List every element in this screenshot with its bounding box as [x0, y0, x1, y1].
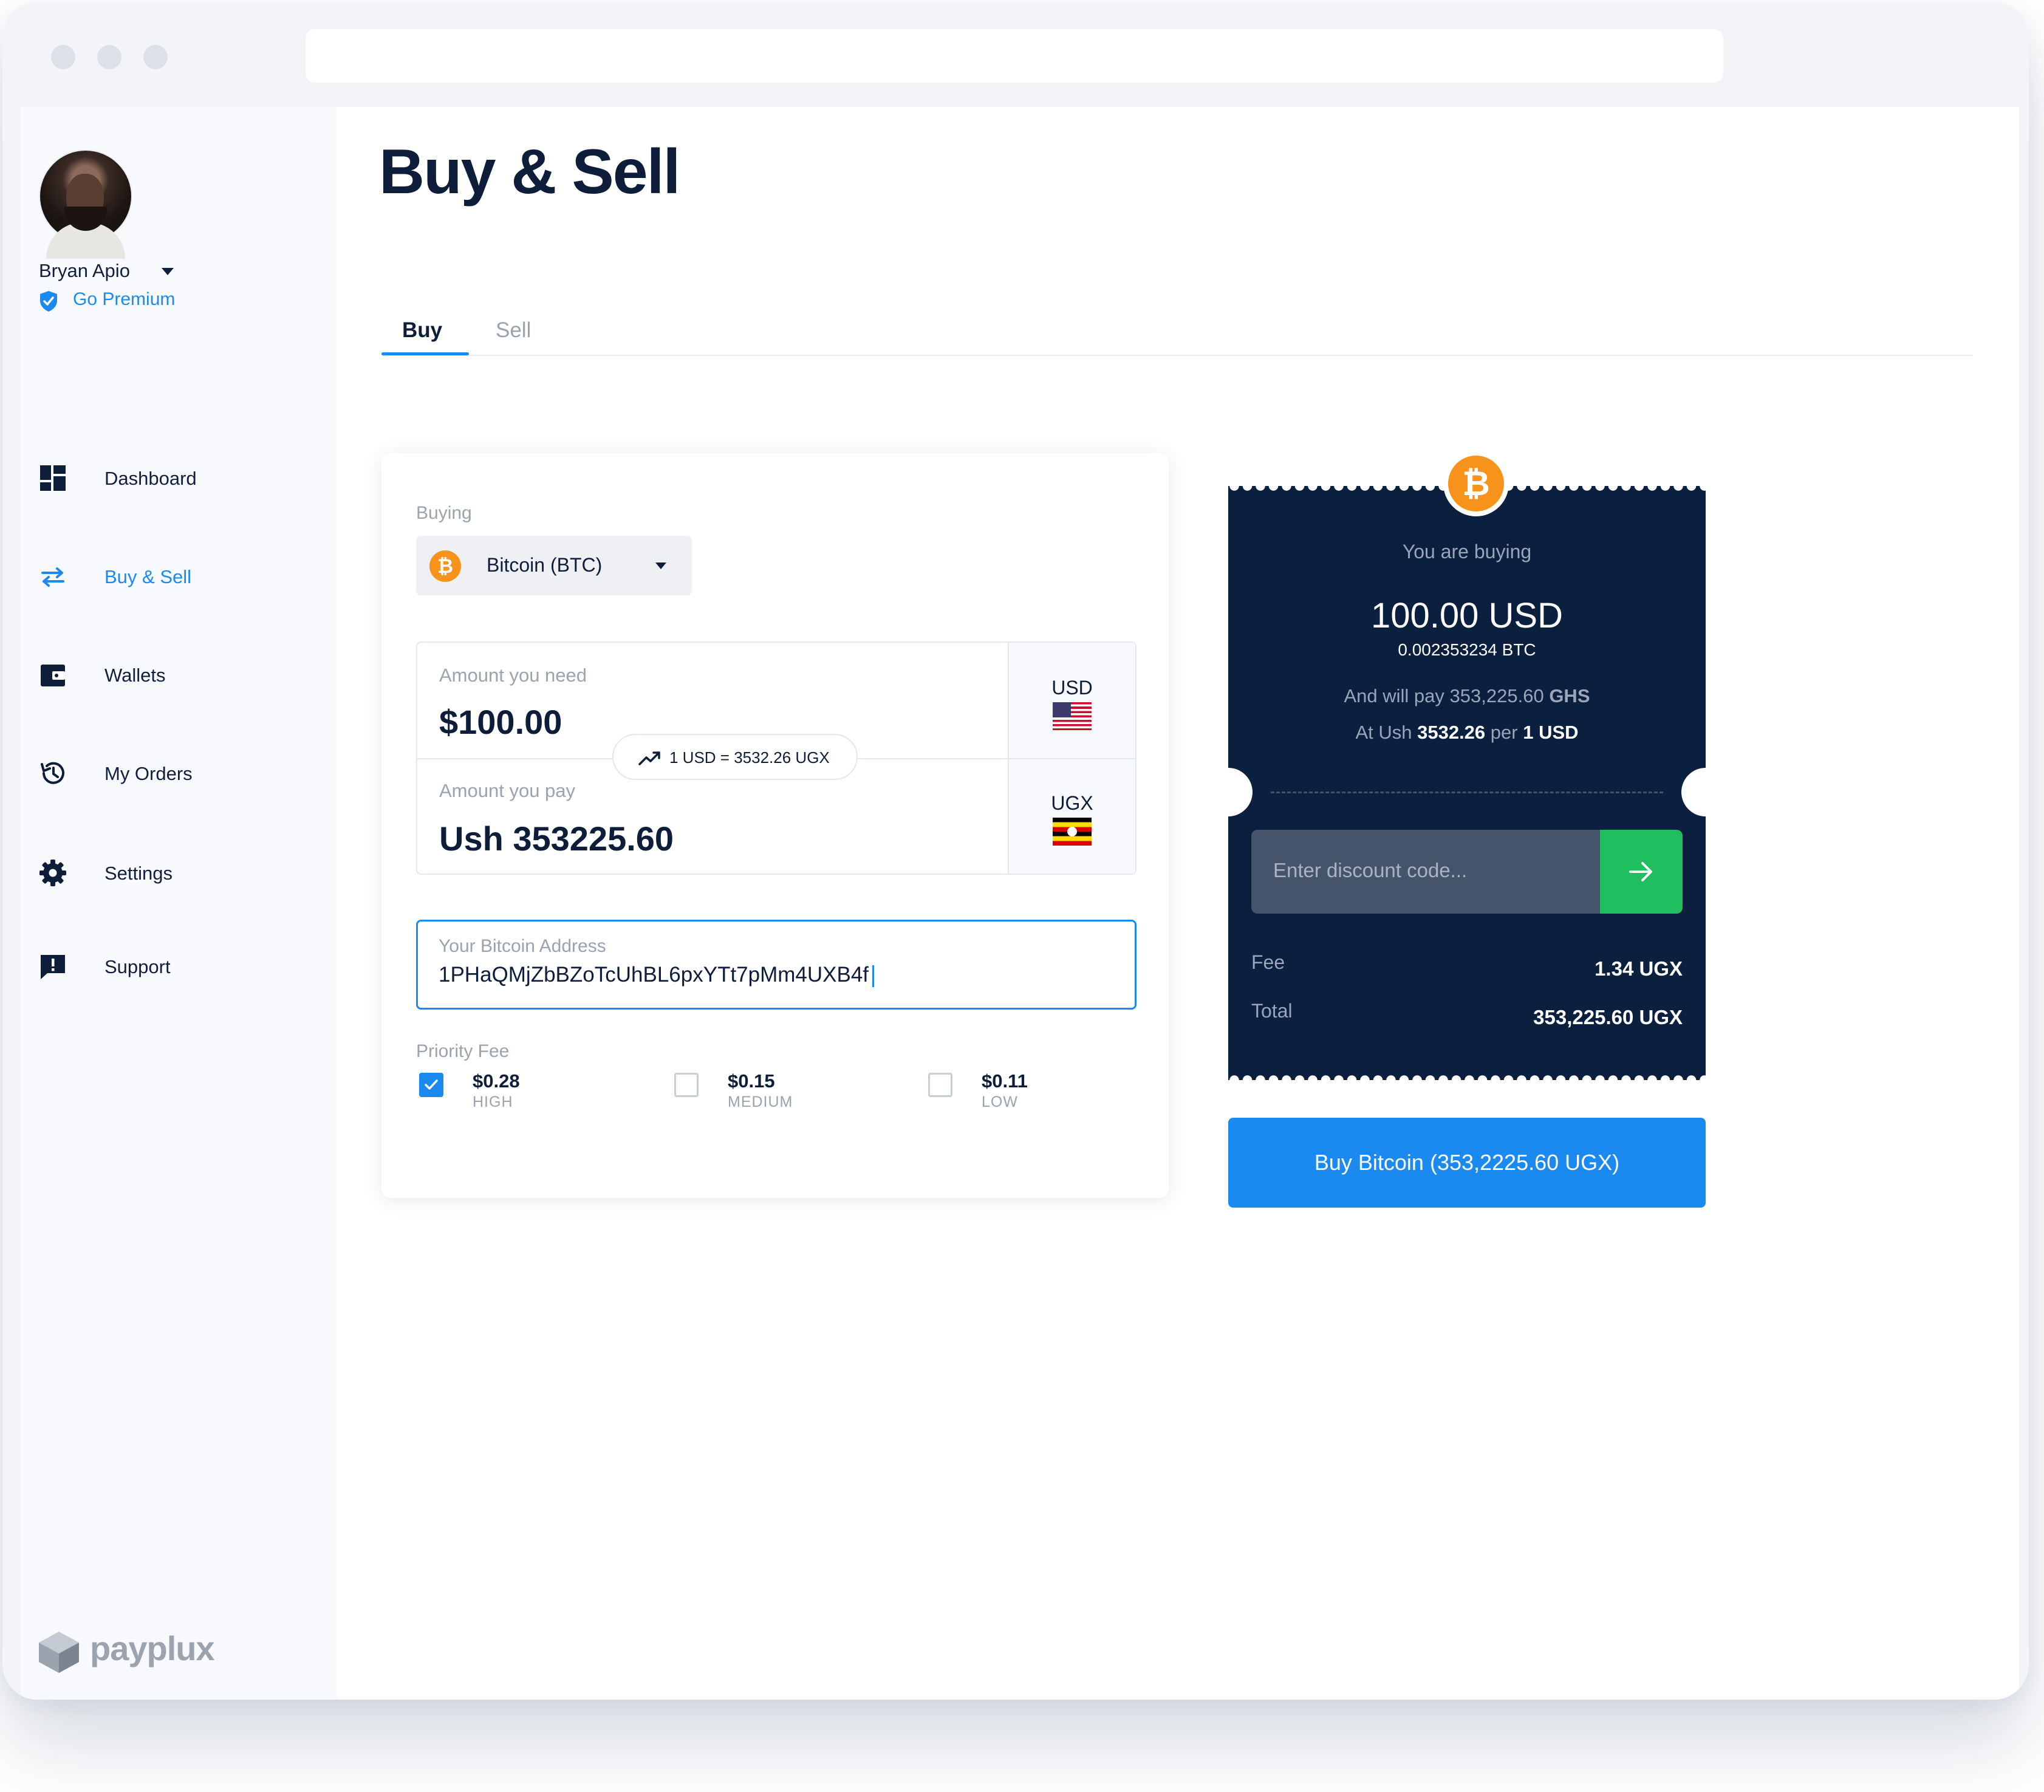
tab-buy[interactable]: Buy — [402, 318, 442, 343]
total-label: Total — [1251, 1000, 1293, 1022]
coin-select[interactable]: ₿ Bitcoin (BTC) — [416, 536, 692, 595]
ticket-divider — [1271, 792, 1663, 793]
amount-need-label: Amount you need — [439, 665, 587, 686]
currency-code-usd[interactable]: USD — [1009, 677, 1135, 699]
order-summary-ticket: You are buying 100.00 USD 0.002353234 BT… — [1204, 480, 1730, 1086]
amount-pay-label: Amount you pay — [439, 780, 576, 801]
fee-value: $0.28 — [473, 1070, 520, 1092]
apply-discount-button[interactable] — [1600, 830, 1683, 914]
sidebar-item-label: Wallets — [104, 665, 166, 686]
browser-window: Bryan Apio Go Premium Dashboard Buy & Se… — [2, 2, 2029, 1700]
check-icon — [425, 1079, 438, 1090]
window-maximize-dot[interactable] — [143, 45, 168, 69]
exchange-rate-pill: 1 USD = 3532.26 UGX — [612, 734, 858, 780]
sidebar-item-support[interactable]: Support — [21, 939, 337, 994]
buying-label: Buying — [416, 503, 472, 523]
amount-need-input[interactable]: $100.00 — [439, 702, 562, 742]
gear-icon — [39, 860, 66, 886]
total-value: 353,225.60 UGX — [1533, 1006, 1683, 1028]
chat-alert-icon — [41, 955, 65, 979]
tab-sell[interactable]: Sell — [496, 318, 531, 343]
avatar[interactable] — [39, 149, 132, 259]
currency-code-ugx[interactable]: UGX — [1009, 792, 1135, 815]
fee-tier: HIGH — [473, 1093, 513, 1110]
sidebar-item-label: Settings — [104, 863, 173, 884]
fee-high-checkbox[interactable] — [419, 1073, 443, 1097]
summary-amount: 100.00 USD — [1371, 596, 1563, 635]
go-premium-link[interactable]: Go Premium — [73, 289, 175, 310]
discount-code-input[interactable]: Enter discount code... — [1273, 859, 1467, 882]
fee-value: 1.34 UGX — [1595, 957, 1683, 980]
tab-bar: Buy Sell — [381, 307, 1973, 356]
window-close-dot[interactable] — [51, 45, 75, 69]
sidebar-item-buy-sell[interactable]: Buy & Sell — [21, 549, 337, 604]
buy-bitcoin-button[interactable]: Buy Bitcoin (353,2225.60 UGX) — [1228, 1118, 1706, 1208]
sidebar-item-label: Buy & Sell — [104, 566, 192, 587]
active-tab-indicator — [381, 352, 469, 355]
sidebar: Bryan Apio Go Premium Dashboard Buy & Se… — [21, 107, 337, 1700]
dashboard-icon — [40, 465, 66, 491]
window-minimize-dot[interactable] — [97, 45, 121, 69]
bitcoin-address-field[interactable]: Your Bitcoin Address 1PHaQMjZbBZoTcUhBL6… — [416, 920, 1137, 1010]
bitcoin-icon: ₿ — [429, 550, 461, 582]
summary-pay-line: And will pay 353,225.60 GHS — [1344, 685, 1590, 706]
page-title: Buy & Sell — [379, 137, 680, 207]
bitcoin-icon: ₿ — [1443, 451, 1509, 516]
fee-label: Fee — [1251, 951, 1285, 973]
sidebar-item-my-orders[interactable]: My Orders — [21, 746, 337, 801]
summary-btc-amount: 0.002353234 BTC — [1398, 640, 1536, 659]
priority-fee-label: Priority Fee — [416, 1041, 510, 1061]
sidebar-item-wallets[interactable]: Wallets — [21, 648, 337, 702]
payplux-logo-icon — [39, 1632, 79, 1673]
fee-tier: LOW — [982, 1093, 1018, 1110]
coin-name: Bitcoin (BTC) — [487, 554, 603, 576]
arrow-right-icon — [1629, 862, 1652, 881]
us-flag-icon — [1053, 702, 1092, 730]
sidebar-item-label: My Orders — [104, 763, 193, 784]
chevron-down-icon[interactable] — [162, 268, 174, 275]
verified-shield-icon — [40, 291, 57, 312]
uganda-flag-icon — [1053, 818, 1092, 846]
bitcoin-address-label: Your Bitcoin Address — [439, 936, 606, 956]
sidebar-item-settings[interactable]: Settings — [21, 846, 337, 900]
fee-value: $0.15 — [728, 1070, 775, 1092]
swap-arrows-icon — [41, 567, 64, 587]
discount-field[interactable]: Enter discount code... — [1251, 830, 1683, 914]
amount-pay-input[interactable]: Ush 353225.60 — [439, 819, 674, 858]
brand-name: payplux — [90, 1629, 215, 1667]
summary-rate-line: At Ush 3532.26 per 1 USD — [1355, 722, 1579, 743]
exchange-rate-text: 1 USD = 3532.26 UGX — [669, 748, 830, 767]
address-bar[interactable] — [306, 29, 1723, 83]
fee-value: $0.11 — [982, 1070, 1028, 1092]
wallet-icon — [41, 665, 65, 686]
you-are-buying-label: You are buying — [1402, 541, 1532, 563]
app-content: Bryan Apio Go Premium Dashboard Buy & Se… — [21, 107, 2019, 1700]
trending-up-icon — [638, 751, 660, 765]
fee-tier: MEDIUM — [728, 1093, 793, 1110]
chevron-down-icon — [655, 563, 666, 569]
sidebar-item-dashboard[interactable]: Dashboard — [21, 451, 337, 505]
buy-form-card: Buying ₿ Bitcoin (BTC) Amount you need $… — [381, 453, 1169, 1198]
history-icon — [41, 762, 64, 784]
user-name[interactable]: Bryan Apio — [39, 260, 130, 282]
sidebar-item-label: Support — [104, 956, 171, 977]
fee-medium-checkbox[interactable] — [674, 1073, 699, 1097]
bitcoin-address-input[interactable]: 1PHaQMjZbBZoTcUhBL6pxYTt7pMm4UXB4f — [439, 963, 875, 987]
sidebar-item-label: Dashboard — [104, 468, 197, 489]
fee-low-checkbox[interactable] — [928, 1073, 952, 1097]
